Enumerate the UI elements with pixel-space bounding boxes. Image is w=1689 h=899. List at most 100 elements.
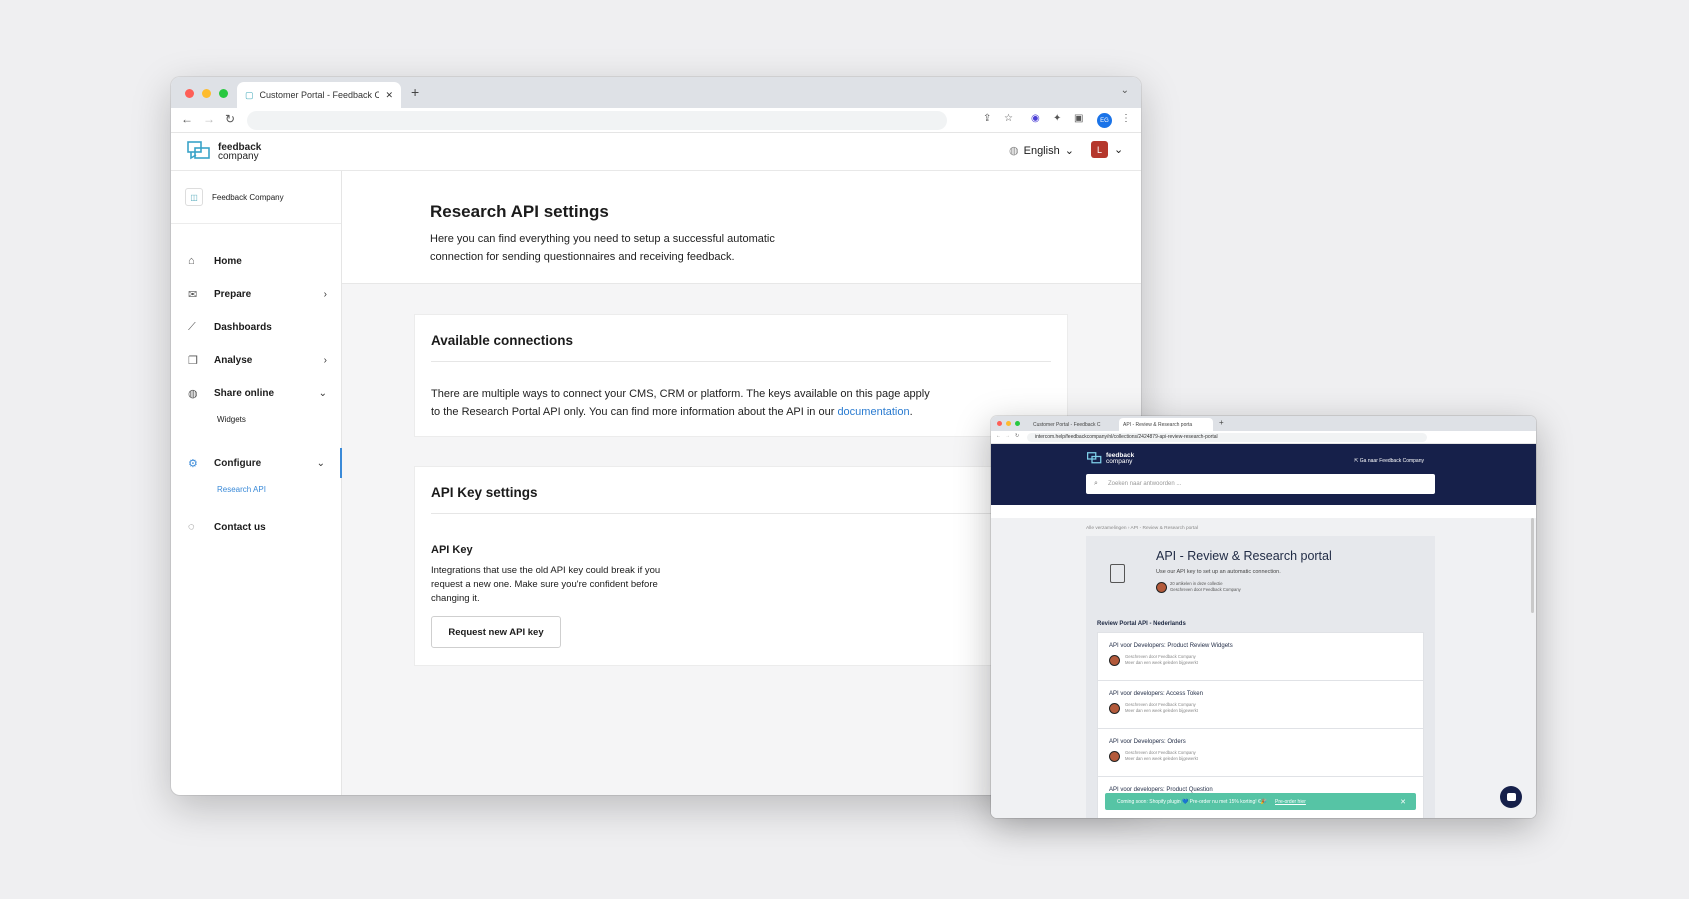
feedback-company-logo[interactable]: feedback company <box>1087 452 1134 466</box>
minimize-window-button[interactable] <box>1006 421 1011 426</box>
language-label: English <box>1023 144 1060 157</box>
scrollbar[interactable] <box>1531 518 1534 613</box>
browser-toolbar: ← → ↻ ⇪ ☆ ◉ ✦ ▣ EG ⋮ <box>171 108 1141 133</box>
browser-tab-api-portal[interactable]: API - Review & Research porta <box>1119 418 1213 431</box>
section-title: Review Portal API - Nederlands <box>1097 621 1186 627</box>
sidebar-item-label: Dashboards <box>214 321 272 333</box>
reload-icon[interactable]: ↻ <box>225 112 235 126</box>
window-controls <box>185 89 228 98</box>
organization-switcher[interactable]: ◫ Feedback Company <box>171 171 341 224</box>
connections-line: There are multiple ways to connect your … <box>431 388 930 400</box>
request-new-api-key-button[interactable]: Request new API key <box>431 616 561 648</box>
sidebar-item-label: Home <box>214 255 242 267</box>
app-header: feedback company ◍ English ⌄ L ⌄ <box>171 133 1141 171</box>
sidebar-item-share-online[interactable]: ◍ Share online ⌄ <box>171 378 342 408</box>
article-meta: Geschreven door Feedback Company Meer da… <box>1125 750 1198 762</box>
documentation-link[interactable]: documentation <box>837 406 909 418</box>
sidebar-item-analyse[interactable]: ❐ Analyse › <box>171 345 342 375</box>
sidebar-subitem-research-api[interactable]: Research API <box>217 485 266 494</box>
connections-text-segment: to the Research Portal API only. You can… <box>431 406 838 418</box>
extension-icon[interactable]: ◉ <box>1031 113 1040 124</box>
sidebar-item-contact-us[interactable]: ◌ Contact us <box>171 512 342 542</box>
chat-icon: ◌ <box>188 521 195 533</box>
bookmark-star-icon[interactable]: ☆ <box>1004 113 1013 124</box>
chart-icon: ⟋ <box>188 320 196 333</box>
external-link-icon: ⇱ <box>1354 458 1359 464</box>
feedback-company-logo[interactable]: feedback company <box>187 141 261 163</box>
profile-avatar[interactable]: EG <box>1097 113 1112 128</box>
share-icon[interactable]: ⇪ <box>983 113 991 124</box>
collection-title: API - Review & Research portal <box>1156 549 1332 563</box>
home-icon: ⌂ <box>188 255 195 267</box>
new-tab-button[interactable]: + <box>1219 418 1224 427</box>
maximize-window-button[interactable] <box>1015 421 1020 426</box>
tab-title: Customer Portal - Feedback C <box>1033 421 1101 428</box>
mail-icon: ✉ <box>188 288 198 301</box>
chevron-down-icon: ⌄ <box>1114 144 1124 156</box>
globe-icon: ◍ <box>1009 145 1019 157</box>
article-item[interactable]: API voor Developers: Orders Geschreven d… <box>1097 728 1424 777</box>
sidebar-subitem-widgets[interactable]: Widgets <box>217 415 246 424</box>
reload-icon[interactable]: ↻ <box>1015 433 1019 439</box>
article-meta-line: Meer dan een week geleden bijgewerkt <box>1125 660 1198 665</box>
sidebar-item-prepare[interactable]: ✉ Prepare › <box>171 279 342 309</box>
collection-meta-line: Geschreven door Feedback Company <box>1170 587 1241 592</box>
puzzle-icon[interactable]: ✦ <box>1053 113 1061 124</box>
banner-text: Coming soon: Shopify plugin 💙 Pre-order … <box>1117 798 1268 805</box>
address-bar[interactable]: intercom.help/feedbackcompany/nl/collect… <box>1027 433 1427 442</box>
help-center-body: Alle verzamelingen › API - Review & Rese… <box>991 518 1536 818</box>
tab-title: API - Review & Research porta <box>1123 421 1193 428</box>
author-avatar <box>1109 703 1120 714</box>
api-key-settings-card: API Key settings API Key Integrations th… <box>414 466 1068 666</box>
article-title: API voor developers: Access Token <box>1109 691 1203 697</box>
new-tab-button[interactable]: + <box>411 84 419 100</box>
side-panel-icon[interactable]: ▣ <box>1074 113 1083 124</box>
chevron-down-icon: ⌄ <box>318 387 327 399</box>
help-search-input[interactable]: ⌕ Zoeken naar antwoorden ... <box>1086 474 1435 494</box>
tab-search-chevron-icon[interactable]: ⌄ <box>1121 85 1129 96</box>
article-item[interactable]: API voor developers: Access Token Geschr… <box>1097 680 1424 729</box>
back-icon[interactable]: ← <box>996 433 1001 439</box>
goto-feedback-company-link[interactable]: ⇱ Ga naar Feedback Company <box>1354 458 1424 464</box>
tab-strip: Customer Portal - Feedback C API - Revie… <box>991 416 1536 431</box>
chat-launcher-button[interactable] <box>1500 786 1522 808</box>
collection-description: Use our API key to set up an automatic c… <box>1156 569 1281 575</box>
minimize-window-button[interactable] <box>202 89 211 98</box>
close-window-button[interactable] <box>997 421 1002 426</box>
browser-tab-customer-portal[interactable]: Customer Portal - Feedback C <box>1029 418 1115 431</box>
api-key-description: Integrations that use the old API key co… <box>431 565 661 604</box>
connections-line: to the Research Portal API only. You can… <box>431 403 961 421</box>
card-title: API Key settings <box>431 485 538 500</box>
language-selector[interactable]: ◍ English ⌄ <box>1009 144 1074 158</box>
copy-icon: ❐ <box>188 354 198 367</box>
tab-close-icon[interactable]: ✕ <box>385 90 393 101</box>
sidebar-item-label: Share online <box>214 387 275 399</box>
user-menu[interactable]: L ⌄ <box>1091 141 1123 158</box>
preorder-link[interactable]: Pre-order hier <box>1275 799 1306 805</box>
maximize-window-button[interactable] <box>219 89 228 98</box>
chat-icon <box>1506 793 1516 801</box>
breadcrumb[interactable]: Alle verzamelingen › API - Review & Rese… <box>1086 526 1198 531</box>
sidebar-item-configure[interactable]: ⚙ Configure ⌄ <box>171 448 342 478</box>
browser-tab-customer-portal[interactable]: ▢ Customer Portal - Feedback C ✕ <box>237 82 401 108</box>
org-name: Feedback Company <box>212 192 284 202</box>
article-meta-line: Meer dan een week geleden bijgewerkt <box>1125 756 1198 761</box>
chevron-down-icon: ⌄ <box>316 457 325 469</box>
divider <box>431 361 1051 362</box>
menu-kebab-icon[interactable]: ⋮ <box>1121 113 1131 124</box>
globe-icon: ◍ <box>188 387 198 400</box>
article-meta-line: Meer dan een week geleden bijgewerkt <box>1125 708 1198 713</box>
address-bar[interactable] <box>247 111 947 130</box>
sidebar-item-label: Analyse <box>214 354 253 366</box>
author-avatar <box>1109 655 1120 666</box>
back-icon[interactable]: ← <box>181 112 193 126</box>
forward-icon[interactable]: → <box>1005 433 1010 439</box>
close-window-button[interactable] <box>185 89 194 98</box>
close-icon[interactable]: ✕ <box>1400 798 1406 806</box>
forward-icon[interactable]: → <box>203 112 215 126</box>
article-meta: Geschreven door Feedback Company Meer da… <box>1125 654 1198 666</box>
sidebar-item-dashboards[interactable]: ⟋ Dashboards <box>171 312 342 342</box>
sidebar-item-home[interactable]: ⌂ Home <box>171 246 342 276</box>
promo-banner: Coming soon: Shopify plugin 💙 Pre-order … <box>1105 793 1416 810</box>
article-item[interactable]: API voor Developers: Product Review Widg… <box>1097 632 1424 681</box>
